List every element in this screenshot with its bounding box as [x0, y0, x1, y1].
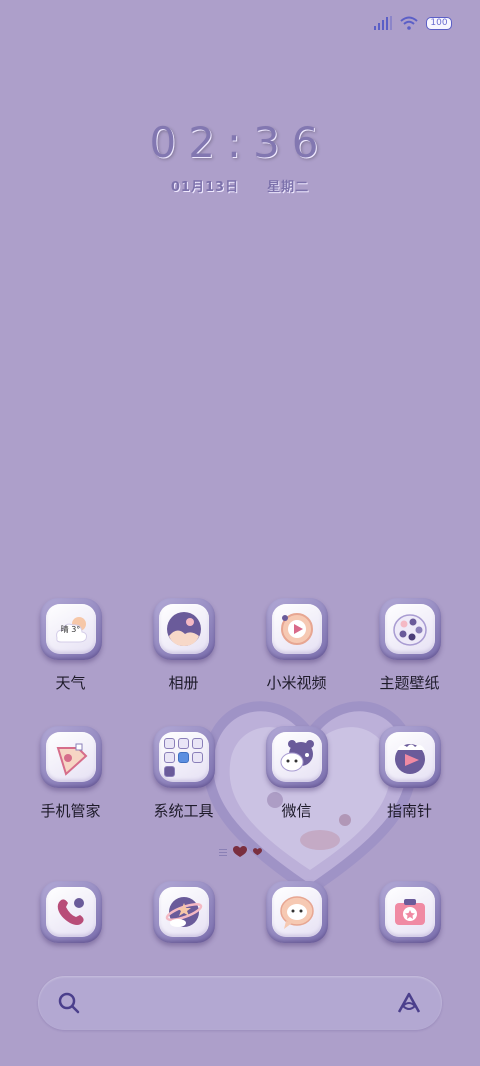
- app-system-tools-folder[interactable]: 系统工具: [127, 726, 240, 821]
- folder-icon: [164, 737, 203, 777]
- dock-browser-face: [158, 887, 209, 937]
- voice-assistant-icon[interactable]: [396, 992, 422, 1014]
- app-system-tools-frame: [152, 726, 215, 788]
- app-label: 手机管家: [40, 802, 101, 820]
- page-indicator[interactable]: [0, 846, 480, 858]
- battery-indicator: 100: [426, 16, 452, 30]
- menu-lines-icon: [218, 849, 227, 856]
- heart-page-dot-active-icon: [232, 846, 247, 857]
- app-security[interactable]: 手机管家: [14, 726, 127, 821]
- video-icon: [280, 613, 313, 645]
- app-label: 天气: [55, 674, 86, 692]
- app-label: 相册: [168, 674, 199, 692]
- dock-browser-frame: [152, 881, 215, 943]
- compass-icon: [394, 744, 425, 774]
- app-gallery-face: [158, 604, 209, 654]
- app-themes-face: [384, 604, 435, 654]
- wechat-icon: [280, 740, 314, 772]
- app-mi-video-frame: [265, 598, 328, 660]
- dock-camera[interactable]: [353, 881, 466, 943]
- folder-mini-app-icon: [192, 737, 203, 749]
- dock-camera-face: [384, 887, 435, 937]
- clock-date: 01月13日: [170, 180, 240, 195]
- app-label: 系统工具: [153, 802, 214, 820]
- app-compass-frame: [378, 726, 441, 788]
- wifi-icon: [400, 16, 418, 30]
- clock-time[interactable]: 02:36: [0, 118, 480, 167]
- app-system-tools-face: [158, 732, 209, 782]
- camera-icon: [394, 899, 425, 925]
- app-label: 主题壁纸: [379, 674, 440, 692]
- app-gallery-frame: [152, 598, 215, 660]
- search-bar[interactable]: [38, 976, 442, 1030]
- dock-messages[interactable]: [240, 881, 353, 943]
- signal-icon: [374, 16, 392, 30]
- app-weather-face: 晴 3°: [45, 604, 96, 654]
- app-label: 微信: [281, 802, 312, 820]
- messages-icon: [279, 896, 314, 929]
- app-grid-row-2: 手机管家 系统工具 微信 指南针: [14, 726, 466, 821]
- folder-mini-app-icon: [178, 751, 189, 763]
- dock-messages-frame: [265, 881, 328, 943]
- folder-mini-app-icon: [178, 737, 189, 749]
- clock-weekday: 星期二: [267, 180, 310, 195]
- dock-browser[interactable]: [127, 881, 240, 943]
- folder-mini-app-icon: [164, 765, 175, 777]
- app-wechat-face: [271, 732, 322, 782]
- gallery-icon: [166, 612, 201, 646]
- browser-icon: [165, 897, 202, 927]
- folder-mini-app-icon: [164, 737, 175, 749]
- app-grid-row-1: 晴 3° 天气 相册 小米视频 主题壁纸: [14, 598, 466, 693]
- app-weather[interactable]: 晴 3° 天气: [14, 598, 127, 693]
- dock: [14, 881, 466, 943]
- app-security-face: [45, 732, 96, 782]
- app-compass[interactable]: 指南针: [353, 726, 466, 821]
- folder-mini-app-icon: [192, 751, 203, 763]
- app-weather-frame: 晴 3°: [39, 598, 102, 660]
- app-security-frame: [39, 726, 102, 788]
- app-wechat-frame: [265, 726, 328, 788]
- app-gallery[interactable]: 相册: [127, 598, 240, 693]
- folder-mini-app-icon: [164, 751, 175, 763]
- app-themes-frame: [378, 598, 441, 660]
- dock-phone-frame: [39, 881, 102, 943]
- phone-icon: [57, 898, 84, 925]
- app-label: 指南针: [386, 802, 432, 820]
- dock-messages-face: [271, 887, 322, 937]
- app-mi-video-face: [271, 604, 322, 654]
- security-icon: [56, 743, 87, 776]
- weather-badge: 晴 3°: [60, 625, 81, 634]
- date-row[interactable]: 01月13日 星期二: [0, 176, 480, 195]
- app-compass-face: [384, 732, 435, 782]
- heart-page-dot-icon: [252, 848, 262, 856]
- app-themes[interactable]: 主题壁纸: [353, 598, 466, 693]
- search-icon[interactable]: [58, 992, 80, 1014]
- theme-icon: [392, 614, 427, 646]
- status-bar: 100: [374, 12, 452, 34]
- app-wechat[interactable]: 微信: [240, 726, 353, 821]
- app-mi-video[interactable]: 小米视频: [240, 598, 353, 693]
- dock-camera-frame: [378, 881, 441, 943]
- dock-phone-face: [45, 887, 96, 937]
- app-label: 小米视频: [266, 674, 327, 692]
- dock-phone[interactable]: [14, 881, 127, 943]
